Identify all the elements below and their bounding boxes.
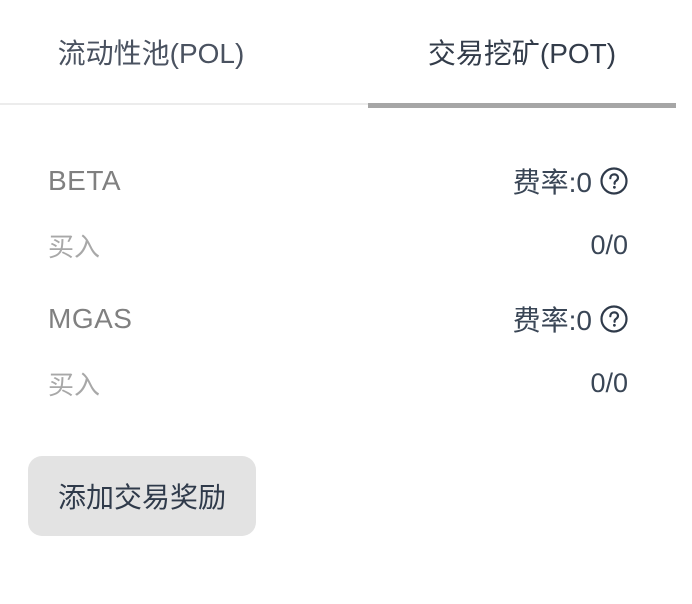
pool-item-mgas: MGAS 费率:0 买入 0/0 — [48, 296, 628, 406]
pool-trade-row: 买入 0/0 — [48, 360, 628, 406]
question-circle-icon[interactable] — [600, 167, 628, 195]
tab-pot[interactable]: 交易挖矿(POT) — [368, 0, 676, 108]
fee-rate-label: 费率:0 — [512, 167, 592, 198]
buy-label: 买入 — [48, 231, 101, 262]
tab-pot-label: 交易挖矿(POT) — [427, 38, 617, 69]
add-trade-reward-button[interactable]: 添加交易奖励 — [28, 456, 256, 536]
pool-header: MGAS 费率:0 — [48, 296, 628, 342]
pool-trade-row: 买入 0/0 — [48, 222, 628, 268]
buy-amount: 0/0 — [590, 367, 628, 398]
tab-pol[interactable]: 流动性池(POL) — [0, 0, 302, 108]
buy-label: 买入 — [48, 369, 101, 400]
tab-bar: 流动性池(POL) 交易挖矿(POT) — [0, 0, 676, 108]
buy-amount: 0/0 — [590, 229, 628, 260]
pool-item-beta: BETA 费率:0 买入 0/0 — [48, 158, 628, 268]
fee-rate: 费率:0 — [513, 299, 628, 339]
token-name: MGAS — [48, 303, 133, 334]
fee-rate-label: 费率:0 — [512, 305, 592, 336]
fee-rate: 费率:0 — [513, 161, 628, 201]
pool-header: BETA 费率:0 — [48, 158, 628, 204]
token-name: BETA — [48, 165, 122, 196]
active-tab-indicator — [368, 103, 676, 108]
tab-pol-label: 流动性池(POL) — [57, 38, 245, 69]
question-circle-icon[interactable] — [600, 305, 628, 333]
